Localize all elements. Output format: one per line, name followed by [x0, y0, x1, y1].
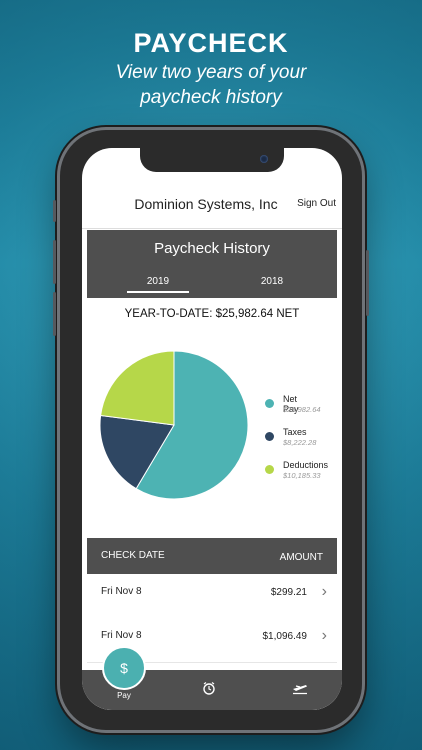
legend-swatch-deductions [265, 465, 274, 474]
promo-subtitle: View two years of your paycheck history [0, 60, 422, 110]
volume-up-button [53, 240, 56, 284]
legend-swatch-net-pay [265, 399, 274, 408]
check-amount: $299.21 [270, 587, 307, 598]
camera-icon [260, 155, 268, 163]
tab-2019[interactable]: 2019 [113, 276, 203, 293]
tab-2018[interactable]: 2018 [227, 276, 317, 287]
pie-slice-deductions [100, 350, 175, 426]
promo-subtitle-line1: View two years of your [115, 62, 307, 83]
legend-value: $8,222.28 [283, 438, 317, 447]
legend-value: $10,185.33 [283, 471, 321, 480]
column-header-amount: AMOUNT [279, 552, 323, 563]
promo-subtitle-line2: paycheck history [140, 87, 282, 108]
legend-label: Taxes [283, 427, 307, 437]
sign-out-button[interactable]: Sign Out [297, 198, 336, 209]
pay-tab-label: Pay [117, 691, 131, 700]
check-amount: $1,096.49 [262, 631, 308, 642]
legend-swatch-taxes [265, 432, 274, 441]
column-header-check-date: CHECK DATE [101, 550, 165, 561]
airplane-icon[interactable] [292, 681, 308, 698]
chevron-right-icon: › [321, 583, 327, 600]
phone-screen: Dominion Systems, Inc Sign Out Paycheck … [82, 148, 342, 710]
promo-headline: PAYCHECK [133, 28, 289, 58]
legend-value: $25,982.64 [283, 405, 321, 414]
pay-breakdown-pie-chart [99, 350, 249, 500]
chevron-right-icon: › [321, 627, 327, 644]
legend-label: Deductions [283, 460, 329, 470]
notch [140, 148, 284, 172]
check-date: Fri Nov 8 [101, 630, 142, 641]
table-row[interactable]: Fri Nov 8 $299.21 › [87, 574, 337, 619]
check-date: Fri Nov 8 [101, 586, 142, 597]
app-header: Dominion Systems, Inc Sign Out [82, 184, 342, 229]
pay-tab-button[interactable]: $ [102, 646, 146, 690]
ytd-summary: YEAR-TO-DATE: $25,982.64 NET [124, 308, 300, 320]
dollar-icon: $ [120, 660, 128, 676]
page-title: Paycheck History [154, 240, 270, 257]
alarm-clock-icon[interactable] [202, 681, 216, 698]
mute-switch [53, 200, 56, 222]
volume-down-button [53, 292, 56, 336]
check-table-header: CHECK DATE AMOUNT [87, 538, 337, 574]
company-name: Dominion Systems, Inc [134, 196, 278, 212]
paycheck-history-header: Paycheck History 2019 2018 [87, 230, 337, 298]
power-button [366, 250, 369, 316]
phone-frame: Dominion Systems, Inc Sign Out Paycheck … [53, 130, 369, 730]
